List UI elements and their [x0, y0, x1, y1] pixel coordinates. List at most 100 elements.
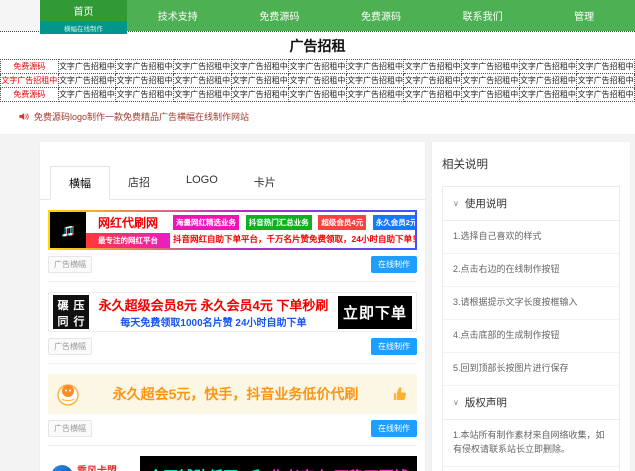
text-ad-cell[interactable]: 文字广告招租中 [58, 74, 116, 88]
text-ad-cell[interactable]: 文字广告招租中 [462, 88, 520, 102]
text-ad-cell[interactable]: 文字广告招租中 [116, 74, 174, 88]
online-make-button[interactable]: 在线制作 [371, 256, 417, 273]
online-make-button[interactable]: 在线制作 [371, 420, 417, 437]
instruction-item: 1.本站所有制作素材来自网络收集，如有侵权请联系站长立即删除。 [443, 420, 619, 467]
banner2-cta: 立即下单 [338, 296, 412, 329]
text-ad-cell[interactable]: 免费源码 [1, 60, 59, 74]
section-header-使用说明[interactable]: ∨ 使用说明 [443, 187, 619, 221]
tab-横幅[interactable]: 横幅 [50, 166, 110, 200]
list-item: 碾压同行 永久超级会员8元 永久会员4元 下单秒刷 每天免费领取1000名片赞 … [48, 282, 417, 364]
list-item: 永久超会5元，快手，抖音业务低价代刷 广告横幅 在线制作 [48, 364, 417, 446]
banner2-line2: 每天免费领取1000名片赞 24小时自助下单 [89, 314, 338, 329]
banner-list: ♫ 网红代刷网 最专注的网红平台 海量网红精选业务抖音热门汇总业务超级会员4元永… [40, 200, 425, 471]
thumbs-up-icon [391, 385, 409, 403]
tab-卡片[interactable]: 卡片 [236, 166, 294, 199]
text-ad-cell[interactable]: 文字广告招租中 [58, 60, 116, 74]
text-ad-cell[interactable]: 文字广告招租中 [289, 74, 347, 88]
text-ad-cell[interactable]: 文字广告招租中 [58, 88, 116, 102]
instruction-item: 3.请根据提示文字长度按框输入 [443, 287, 619, 320]
banner4-main: 全网辅助低至1毛 作者卖卡 不稳不要钱 [140, 456, 417, 471]
banner-preview-chaohui: 永久超会5元，快手，抖音业务低价代刷 [48, 374, 417, 414]
online-make-button[interactable]: 在线制作 [371, 338, 417, 355]
text-ad-cell[interactable]: 文字广告招租中 [346, 74, 404, 88]
nav-item-label: 首页 [74, 3, 94, 18]
notice-text: 免费源码logo制作一款免费精品广告横幅在线制作网站 [34, 110, 249, 123]
crush-rivals-icon: 碾压同行 [53, 295, 89, 329]
main-area: 横幅店招LOGO卡片 ♫ 网红代刷网 最专注的网红平台 海量网红精选业务抖音热门… [0, 134, 635, 471]
instruction-item: 4.点击底部的生成制作按钮 [443, 320, 619, 353]
promo-badge: 超级会员4元 [318, 215, 366, 230]
text-ad-cell[interactable]: 文字广告招租中 [519, 88, 577, 102]
text-ad-cell[interactable]: 文字广告招租中 [173, 88, 231, 102]
promo-badge: 海量网红精选业务 [173, 215, 239, 230]
banner1-right: 海量网红精选业务抖音热门汇总业务超级会员4元永久会员2元 抖音网红自助下单平台，… [170, 212, 417, 248]
text-ad-cell[interactable]: 文字广告招租中 [346, 60, 404, 74]
text-ad-cell[interactable]: 文字广告招租中 [231, 60, 289, 74]
banner1-badges: 海量网红精选业务抖音热门汇总业务超级会员4元永久会员2元 [173, 215, 417, 230]
text-ad-cell[interactable]: 免费源码 [1, 88, 59, 102]
banner4-text2: 作者卖卡 不稳不要钱 [270, 466, 409, 471]
banner4-brand: 乘风卡盟 [77, 466, 117, 471]
text-ad-cell[interactable]: 文字广告招租中 [404, 88, 462, 102]
item-foot: 广告横幅 在线制作 [48, 338, 417, 355]
tiktok-icon: ♫ [50, 212, 86, 248]
ad-rent-table: 免费源码文字广告招租中文字广告招租中文字广告招租中文字广告招租中文字广告招租中文… [0, 59, 635, 102]
nav-item-label: 免费源码 [361, 8, 401, 23]
text-ad-cell[interactable]: 文字广告招租中 [1, 74, 59, 88]
promo-badge: 抖音热门汇总业务 [246, 215, 312, 230]
instruction-item: 5.回到顶部长按图片进行保存 [443, 353, 619, 386]
nav-item-管理[interactable]: 管理 [533, 0, 635, 31]
section-header-版权声明[interactable]: ∨版权声明 [443, 386, 619, 420]
banner2-text-block: 永久超级会员8元 永久会员4元 下单秒刷 每天免费领取1000名片赞 24小时自… [89, 295, 338, 329]
text-ad-cell[interactable]: 文字广告招租中 [173, 74, 231, 88]
text-ad-cell[interactable]: 文字广告招租中 [289, 88, 347, 102]
text-ad-cell[interactable]: 文字广告招租中 [519, 74, 577, 88]
topbar-spacer [0, 0, 40, 31]
banner1-subtitle: 最专注的网红平台 [86, 233, 170, 248]
banner3-text: 永久超会5元，快手，抖音业务低价代刷 [86, 384, 385, 404]
text-ad-cell[interactable]: 文字广告招租中 [577, 88, 635, 102]
text-ad-cell[interactable]: 文字广告招租中 [462, 60, 520, 74]
text-ad-cell[interactable]: 文字广告招租中 [289, 60, 347, 74]
sidebar-title: 相关说明 [442, 156, 620, 172]
text-ad-cell[interactable]: 文字广告招租中 [519, 60, 577, 74]
text-ad-cell[interactable]: 文字广告招租中 [577, 60, 635, 74]
banner1-tagline: 抖音网红自助下单平台，千万名片赞免费领取，24小时自助下单！ [173, 233, 417, 245]
banner-maker-card: 横幅店招LOGO卡片 ♫ 网红代刷网 最专注的网红平台 海量网红精选业务抖音热门… [40, 142, 425, 471]
text-ad-cell[interactable]: 文字广告招租中 [404, 74, 462, 88]
instructions-card: 相关说明 ∨使用说明1.选择自己喜欢的样式2.点击右边的在线制作按钮3.请根据提… [432, 142, 630, 471]
section-title: 使用说明 [465, 196, 507, 211]
text-ad-cell[interactable]: 文字广告招租中 [404, 60, 462, 74]
text-ad-cell[interactable]: 文字广告招租中 [231, 88, 289, 102]
text-ad-cell[interactable]: 文字广告招租中 [173, 60, 231, 74]
nav-dropdown-item[interactable]: 横幅在线制作 [40, 21, 127, 34]
nav-item-label: 管理 [574, 8, 594, 23]
ad-rent-section: 广告招租 免费源码文字广告招租中文字广告招租中文字广告招租中文字广告招租中文字广… [0, 31, 635, 102]
nav-item-首页[interactable]: 首页横幅在线制作 [40, 0, 127, 21]
instruction-item: 2.本站所生成的图片仅供个人参考与使用，请勿用于其他非法用途或者商业用途否则后果… [443, 467, 619, 471]
text-ad-cell[interactable]: 文字广告招租中 [116, 88, 174, 102]
nav-item-联系我们[interactable]: 联系我们 [432, 0, 534, 31]
banner-preview-kameng: K 乘风卡盟 baidu.com 全网辅助低至1毛 作者卖卡 不稳不要钱 [48, 456, 417, 471]
nav-item-免费源码[interactable]: 免费源码 [330, 0, 432, 31]
instruction-item: 2.点击右边的在线制作按钮 [443, 254, 619, 287]
promo-badge: 永久会员2元 [373, 215, 417, 230]
banner-preview-wanghong: ♫ 网红代刷网 最专注的网红平台 海量网红精选业务抖音热门汇总业务超级会员4元永… [48, 210, 417, 250]
text-ad-cell[interactable]: 文字广告招租中 [231, 74, 289, 88]
text-ad-cell[interactable]: 文字广告招租中 [577, 74, 635, 88]
text-ad-cell[interactable]: 文字广告招租中 [462, 74, 520, 88]
text-ad-cell[interactable]: 文字广告招租中 [346, 88, 404, 102]
nav-item-免费源码[interactable]: 免费源码 [229, 0, 331, 31]
tab-店招[interactable]: 店招 [110, 166, 168, 199]
tab-LOGO[interactable]: LOGO [168, 166, 236, 199]
item-type-tag: 广告横幅 [48, 420, 92, 437]
banner4-name: 乘风卡盟 baidu.com [77, 466, 117, 471]
nav-item-技术支持[interactable]: 技术支持 [127, 0, 229, 31]
nav-item-label: 免费源码 [259, 8, 299, 23]
chevron-down-icon: ∨ [453, 398, 459, 407]
mascot-icon [56, 382, 80, 406]
banner4-text1: 全网辅助低至1毛 [148, 466, 261, 471]
item-foot: 广告横幅 在线制作 [48, 256, 417, 273]
chevron-down-icon: ∨ [453, 199, 459, 208]
text-ad-cell[interactable]: 文字广告招租中 [116, 60, 174, 74]
